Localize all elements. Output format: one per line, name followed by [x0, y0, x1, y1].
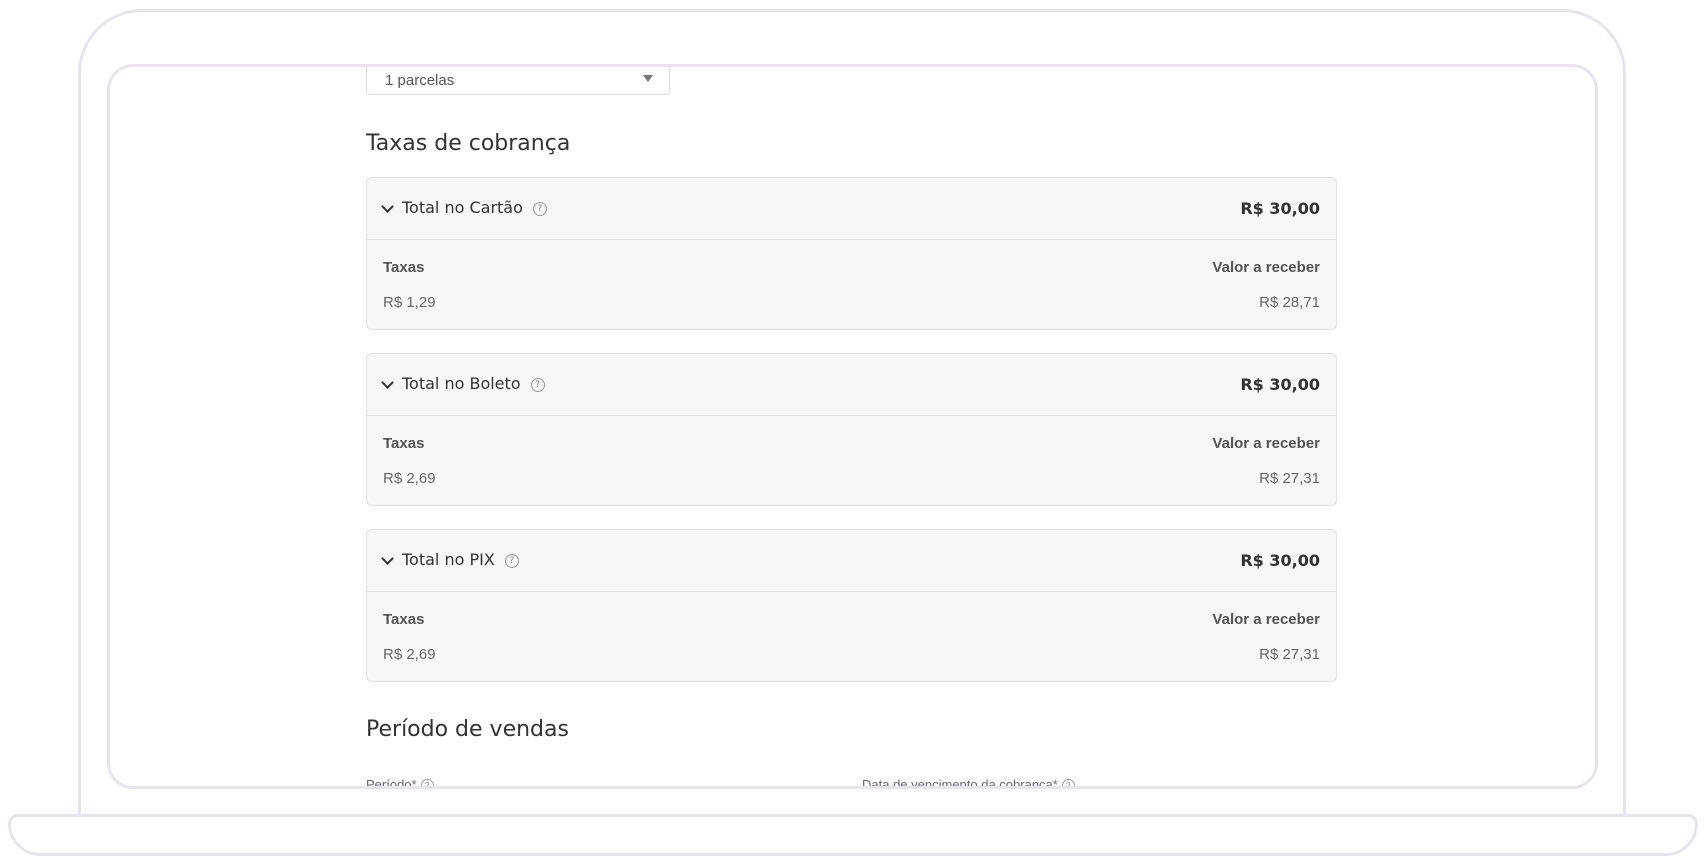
- card-title-text: Total no PIX: [402, 550, 495, 569]
- card-title: Total no Cartão?: [402, 198, 547, 217]
- card-title: Total no Boleto?: [402, 374, 545, 393]
- fees-label: Taxas: [383, 435, 425, 452]
- help-icon[interactable]: ?: [420, 779, 434, 786]
- chevron-down-icon[interactable]: [381, 200, 394, 213]
- due-date-label: Data de vencimento da cobrança*?: [862, 777, 1075, 789]
- card-title-text: Total no Cartão: [402, 198, 523, 217]
- receive-value: R$ 27,31: [1259, 470, 1320, 487]
- fees-section-title: Taxas de cobrança: [366, 131, 571, 156]
- card-title-text: Total no Boleto: [402, 374, 521, 393]
- card-header[interactable]: Total no Cartão? R$ 30,00: [367, 178, 1336, 240]
- period-label: Período*?: [366, 777, 434, 789]
- due-date-label-text: Data de vencimento da cobrança*: [862, 777, 1058, 789]
- fees-label: Taxas: [383, 611, 425, 628]
- card-title: Total no PIX?: [402, 550, 519, 569]
- card-total-value: R$ 30,00: [1240, 551, 1320, 570]
- main-content: 1 parcelas Taxas de cobrança Total no Ca…: [366, 67, 1337, 786]
- fees-value: R$ 2,69: [383, 470, 436, 487]
- receive-label: Valor a receber: [1212, 435, 1320, 452]
- card-header[interactable]: Total no Boleto? R$ 30,00: [367, 354, 1336, 416]
- period-label-text: Período*: [366, 777, 417, 789]
- receive-value: R$ 27,31: [1259, 646, 1320, 663]
- card-total-boleto: Total no Boleto? R$ 30,00 Taxas Valor a …: [366, 353, 1337, 506]
- help-icon[interactable]: ?: [1061, 779, 1075, 786]
- card-total-pix: Total no PIX? R$ 30,00 Taxas Valor a rec…: [366, 529, 1337, 682]
- screen: 1 parcelas Taxas de cobrança Total no Ca…: [107, 64, 1598, 789]
- sales-period-title: Período de vendas: [366, 717, 569, 742]
- fees-value: R$ 2,69: [383, 646, 436, 663]
- chevron-down-icon[interactable]: [381, 376, 394, 389]
- card-total-value: R$ 30,00: [1240, 199, 1320, 218]
- receive-label: Valor a receber: [1212, 259, 1320, 276]
- receive-value: R$ 28,71: [1259, 294, 1320, 311]
- installments-select[interactable]: 1 parcelas: [366, 67, 670, 95]
- card-total-cartao: Total no Cartão? R$ 30,00 Taxas Valor a …: [366, 177, 1337, 330]
- laptop-base: [8, 814, 1698, 856]
- help-icon[interactable]: ?: [532, 202, 547, 216]
- fees-label: Taxas: [383, 259, 425, 276]
- caret-down-icon: [643, 75, 653, 82]
- help-icon[interactable]: ?: [504, 554, 519, 568]
- card-header[interactable]: Total no PIX? R$ 30,00: [367, 530, 1336, 592]
- help-icon[interactable]: ?: [530, 378, 545, 392]
- chevron-down-icon[interactable]: [381, 552, 394, 565]
- installments-select-value: 1 parcelas: [385, 72, 455, 89]
- card-total-value: R$ 30,00: [1240, 375, 1320, 394]
- fees-value: R$ 1,29: [383, 294, 436, 311]
- receive-label: Valor a receber: [1212, 611, 1320, 628]
